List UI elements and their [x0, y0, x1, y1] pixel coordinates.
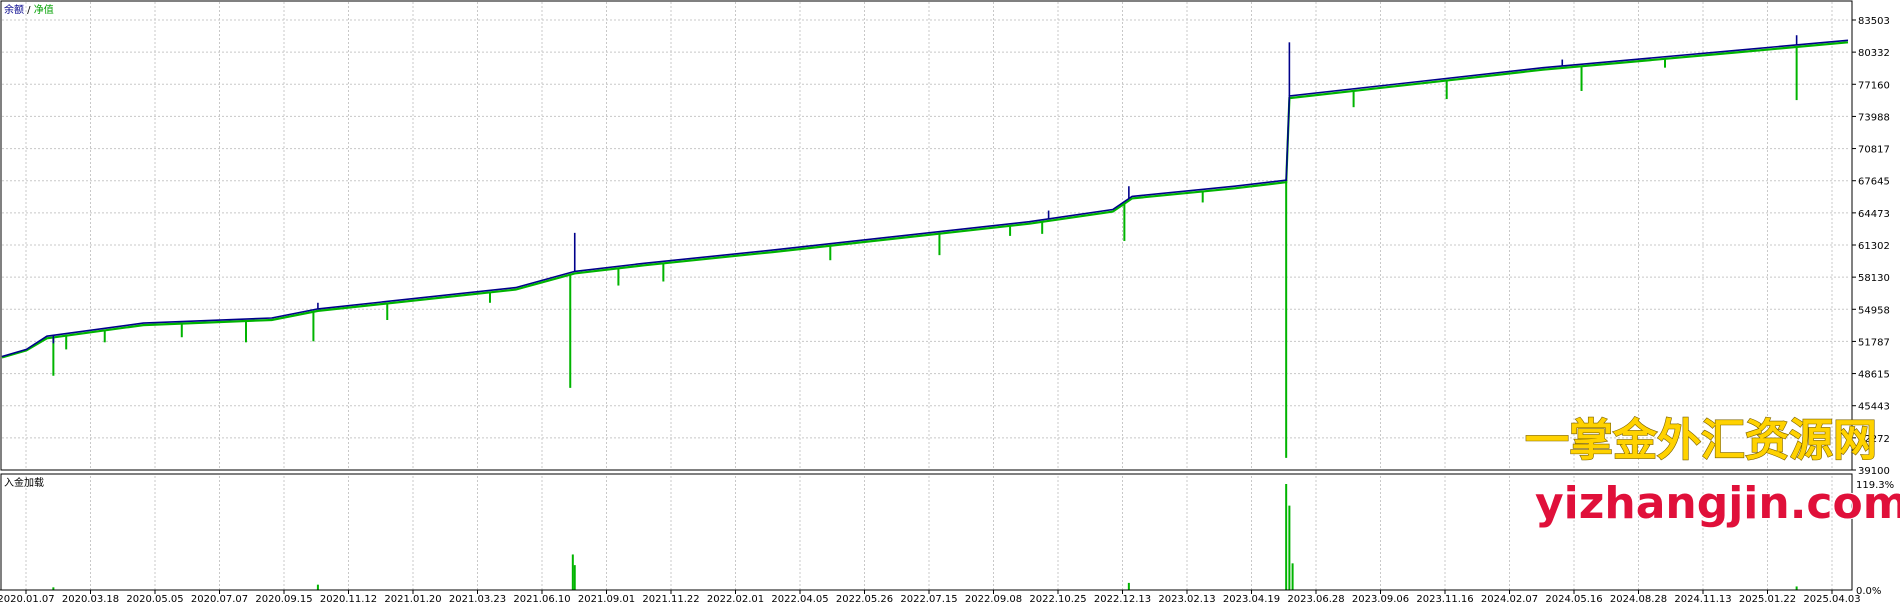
price-tick-label: 80332: [1858, 48, 1890, 59]
time-tick-label: 2020.11.12: [320, 594, 377, 604]
price-tick-label: 45443: [1858, 402, 1890, 413]
equity-balance-chart: 83503 80332 77160 73988 70817 67645 64473 61302…: [0, 0, 1900, 604]
price-axis: 83503 80332 77160 73988 70817 67645 64473 61302…: [1852, 16, 1890, 477]
deposit-panel-label: 入金加载: [4, 476, 44, 489]
time-tick-label: 2021.11.22: [642, 594, 699, 604]
time-tick-label: 2020.01.07: [0, 594, 55, 604]
watermark-url: yizhangjin.com: [1535, 478, 1900, 529]
price-tick-label: 64473: [1858, 209, 1890, 220]
time-tick-label: 2022.04.05: [771, 594, 828, 604]
price-tick-label: 61302: [1858, 241, 1890, 252]
time-tick-label: 2024.02.07: [1481, 594, 1538, 604]
time-tick-label: 2020.03.18: [62, 594, 119, 604]
legend-equity: 净值: [34, 3, 54, 16]
time-tick-label: 2021.01.20: [384, 594, 441, 604]
watermark-chinese: 一掌金外汇资源网: [1525, 415, 1877, 466]
chart-legend: 余额 / 净值: [4, 3, 54, 16]
time-tick-label: 2023.02.13: [1158, 594, 1215, 604]
time-tick-label: 2020.05.05: [126, 594, 183, 604]
price-tick-label: 77160: [1858, 80, 1890, 91]
time-tick-label: 2023.06.28: [1287, 594, 1344, 604]
price-tick-label: 51787: [1858, 337, 1890, 348]
time-tick-label: 2022.02.01: [707, 594, 764, 604]
time-tick-label: 2025.04.03: [1803, 594, 1860, 604]
price-tick-label: 54958: [1858, 305, 1890, 316]
time-tick-label: 2023.09.06: [1352, 594, 1409, 604]
time-tick-label: 2022.07.15: [900, 594, 957, 604]
time-tick-label: 2024.05.16: [1545, 594, 1602, 604]
price-tick-label: 39100: [1858, 466, 1890, 477]
time-tick-label: 2023.11.16: [1416, 594, 1473, 604]
price-tick-label: 58130: [1858, 273, 1890, 284]
time-tick-label: 2020.09.15: [255, 594, 312, 604]
price-tick-label: 67645: [1858, 177, 1890, 188]
price-tick-label: 83503: [1858, 16, 1890, 27]
time-tick-label: 2022.09.08: [965, 594, 1022, 604]
price-tick-label: 73988: [1858, 112, 1890, 123]
time-tick-label: 2022.12.13: [1094, 594, 1151, 604]
time-tick-label: 2024.11.13: [1674, 594, 1731, 604]
time-tick-label: 2023.04.19: [1223, 594, 1280, 604]
time-tick-label: 2021.03.23: [449, 594, 506, 604]
time-tick-label: 2021.09.01: [578, 594, 635, 604]
legend-separator: /: [24, 5, 34, 16]
price-tick-label: 70817: [1858, 145, 1890, 156]
time-tick-label: 2020.07.07: [191, 594, 248, 604]
price-tick-label: 48615: [1858, 370, 1890, 381]
time-tick-label: 2024.08.28: [1610, 594, 1667, 604]
legend-balance: 余额: [4, 3, 24, 16]
time-tick-label: 2025.01.22: [1739, 594, 1796, 604]
time-tick-label: 2021.06.10: [513, 594, 570, 604]
time-tick-label: 2022.10.25: [1029, 594, 1086, 604]
time-tick-label: 2022.05.26: [836, 594, 893, 604]
